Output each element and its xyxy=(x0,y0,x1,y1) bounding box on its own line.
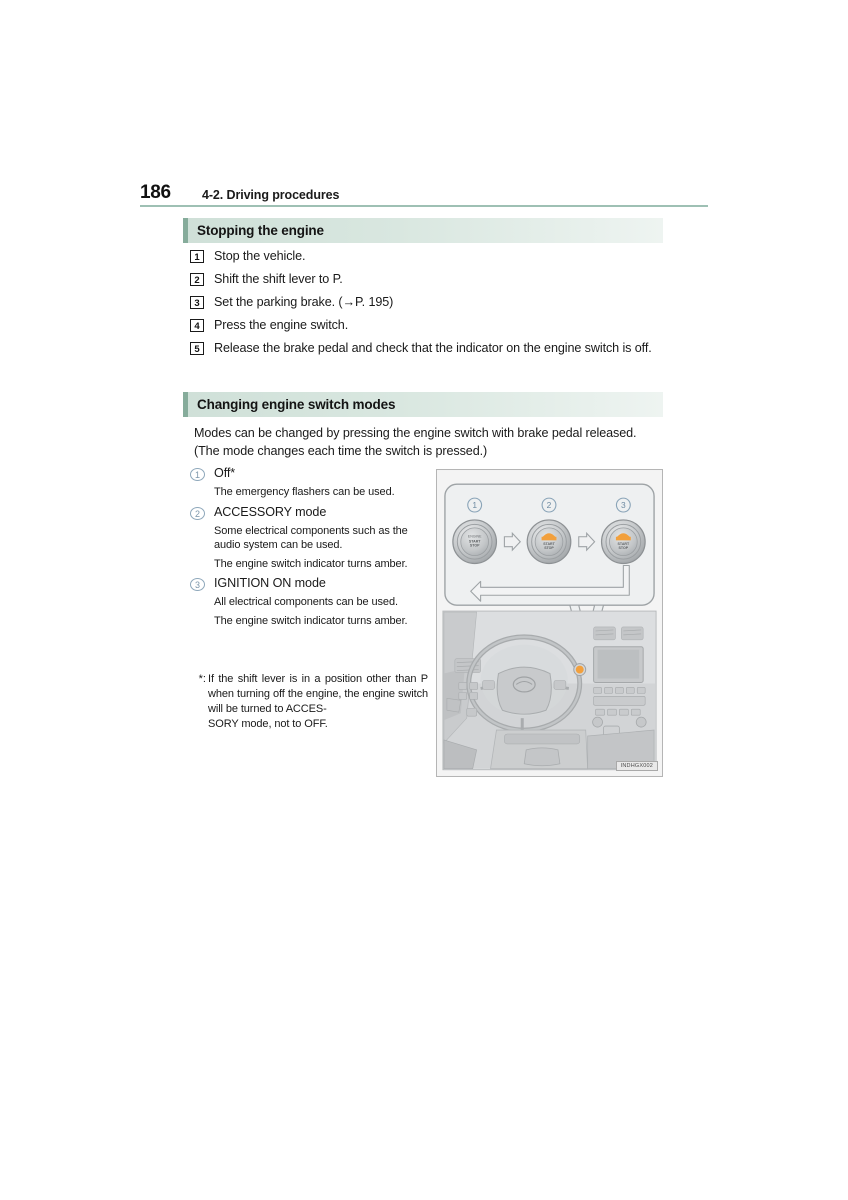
step-text: Release the brake pedal and check that t… xyxy=(214,341,652,355)
circled-number-marker: 1 xyxy=(190,468,205,481)
step-text: Press the engine switch. xyxy=(214,318,349,332)
header-divider xyxy=(140,205,708,207)
mode-title: IGNITION ON mode xyxy=(214,576,326,590)
mode-description: All electrical components can be used. xyxy=(214,596,398,608)
callout-number-3: 3 xyxy=(615,497,631,513)
footnote: *: If the shift lever is in a position o… xyxy=(190,672,428,732)
section-heading-label: Stopping the engine xyxy=(197,222,324,238)
list-item: 1 Off* The emergency flashers can be use… xyxy=(190,465,428,500)
circled-number-marker: 2 xyxy=(190,506,205,520)
illustration-graphic: ENGINE START STOP 1 START STOP 2 START S… xyxy=(437,470,662,776)
mode-description: The engine switch indicator turns amber. xyxy=(214,557,408,570)
mode-header: 2 ACCESSORY mode xyxy=(190,504,428,521)
list-item: 2 ACCESSORY mode Some electrical compone… xyxy=(190,504,428,572)
engine-switch-mode-list: 1 Off* The emergency flashers can be use… xyxy=(190,465,428,632)
callout-number-2: 2 xyxy=(541,497,557,513)
list-item: 3 IGNITION ON mode All electrical compon… xyxy=(190,575,428,628)
engine-switch-mode-illustration: ENGINE START STOP 1 START STOP 2 START S… xyxy=(436,469,663,777)
list-item: 4 Press the engine switch. xyxy=(190,317,665,333)
mode-header: 1 Off* xyxy=(190,465,428,482)
footnote-text-last-line: SORY mode, not to OFF. xyxy=(208,718,328,730)
changing-modes-intro-paragraph: Modes can be changed by pressing the eng… xyxy=(194,426,637,458)
section-heading-label: Changing engine switch modes xyxy=(197,396,396,412)
list-item: 1 Stop the vehicle. xyxy=(190,248,665,264)
svg-text:ENGINE: ENGINE xyxy=(468,535,482,539)
circled-number-marker: 3 xyxy=(190,578,205,591)
svg-text:STOP: STOP xyxy=(544,546,554,550)
engine-switch-location-marker xyxy=(573,663,587,677)
mode-title: Off* xyxy=(214,466,236,480)
step-number-box: 5 xyxy=(190,342,204,355)
step-number-box: 1 xyxy=(190,250,204,263)
engine-switch-state-2: START STOP xyxy=(526,519,572,565)
list-item: 5 Release the brake pedal and check that… xyxy=(190,340,665,356)
footnote-marker: *: xyxy=(198,673,206,685)
page-number: 186 xyxy=(140,182,171,203)
step-number-box: 3 xyxy=(190,296,204,309)
section-heading-changing-engine-switch-modes: Changing engine switch modes xyxy=(183,392,663,417)
svg-text:STOP: STOP xyxy=(470,544,480,548)
list-item: 2 Shift the shift lever to P. xyxy=(190,271,665,287)
svg-text:3: 3 xyxy=(621,500,626,510)
step-number-box: 4 xyxy=(190,319,204,332)
mode-description: The engine switch indicator turns amber. xyxy=(214,614,408,627)
footnote-body: If the shift lever is in a position othe… xyxy=(208,672,428,732)
step-text: Stop the vehicle. xyxy=(214,249,306,263)
footnote-text-main: If the shift lever is in a position othe… xyxy=(208,673,428,715)
stopping-engine-step-list: 1 Stop the vehicle. 2 Shift the shift le… xyxy=(190,248,665,363)
engine-switch-state-1: ENGINE START STOP xyxy=(452,519,498,565)
callout-number-1: 1 xyxy=(467,497,483,513)
vehicle-interior-photo xyxy=(442,610,657,771)
page-header-title: 4-2. Driving procedures xyxy=(202,187,340,202)
mode-header: 3 IGNITION ON mode xyxy=(190,575,428,592)
svg-text:STOP: STOP xyxy=(619,546,629,550)
list-item: 3 Set the parking brake. (→P. 195) xyxy=(190,294,665,310)
step-text: Set the parking brake. (→P. 195) xyxy=(214,295,394,309)
svg-text:2: 2 xyxy=(547,500,552,510)
svg-text:1: 1 xyxy=(472,500,477,510)
step-number-box: 2 xyxy=(190,273,204,286)
illustration-reference-code: INDHGX002 xyxy=(615,761,658,771)
step-text: Shift the shift lever to P. xyxy=(214,272,343,286)
mode-description: The emergency flashers can be used. xyxy=(214,486,395,498)
section-heading-stopping-the-engine: Stopping the engine xyxy=(183,218,663,243)
mode-title: ACCESSORY mode xyxy=(214,504,327,519)
page-header: 186 4-2. Driving procedures xyxy=(140,178,708,202)
mode-description: Some electrical components such as the a… xyxy=(214,524,408,552)
engine-switch-state-3: START STOP xyxy=(600,519,646,565)
